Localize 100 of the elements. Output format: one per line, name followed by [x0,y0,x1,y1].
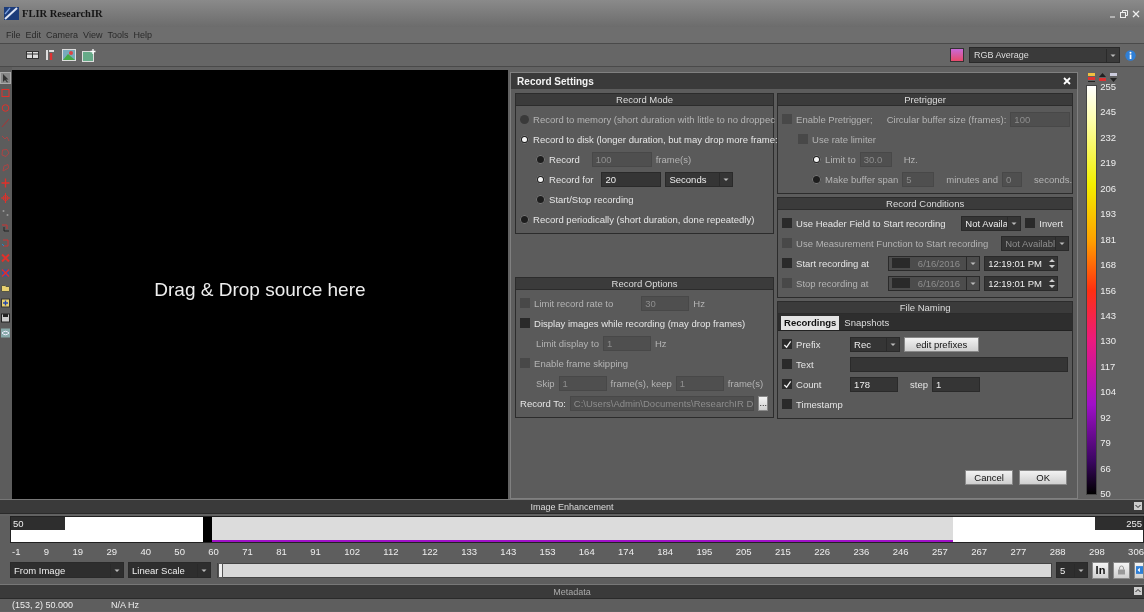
expand-icon[interactable] [1134,587,1142,595]
tick-label: 112 [383,546,399,557]
dropdown[interactable]: Not Availa [961,215,1022,231]
arrow-icon [1135,565,1143,575]
checkbox-label: Use Header Field to Start recording [796,217,946,229]
tick-label: 215 [775,546,791,557]
dots-icon[interactable] [1,208,11,218]
down-arrow-icon[interactable] [1110,72,1118,82]
dropdown[interactable]: 5 [1056,562,1088,578]
color-top-icon[interactable] [1088,72,1096,82]
tick-label: 246 [892,546,909,557]
in-button[interactable]: In [1092,561,1109,579]
restore-icon[interactable] [1120,9,1128,18]
tick-label: 164 [578,546,595,557]
frame-rate: N/A Hz [111,600,140,610]
radio-button[interactable] [812,174,822,184]
tick-label: 298 [1088,546,1105,557]
tick-label: -1 [12,546,21,557]
checkbox-label: Prefix [796,338,821,350]
slider-thumb[interactable] [218,562,223,578]
tab[interactable]: Snapshots [841,316,893,330]
checkbox[interactable] [782,339,793,349]
add-icon[interactable] [1,298,11,308]
radio-button[interactable] [536,154,546,164]
input-field[interactable] [850,356,1069,372]
add-image-icon[interactable] [82,48,96,62]
checkbox[interactable] [782,218,793,228]
checkbox-label: Enable frame skipping [534,357,629,369]
max-value[interactable]: 255 [1095,517,1143,530]
scale-label: 50 [1100,488,1112,499]
eye-icon[interactable] [1,328,11,338]
tick-label: 205 [735,546,752,557]
folder-icon[interactable] [1,283,11,293]
checkbox-label: Timestamp [796,398,843,410]
checkbox[interactable] [782,258,793,268]
layout-icon[interactable] [26,51,39,59]
scale-label: 168 [1100,259,1116,271]
cursor-icon[interactable] [1,73,11,83]
min-value[interactable]: 50 [11,517,65,530]
checkbox-label: Use rate limiter [812,133,876,145]
save-icon[interactable] [1,313,11,323]
dropdown[interactable]: Seconds [665,171,734,187]
radio-button[interactable] [812,154,822,164]
group-header: Pretrigger [778,94,1073,106]
lock-button[interactable] [1113,561,1130,579]
panel-title: Metadata [553,586,591,597]
radio-button[interactable] [536,174,546,184]
checkbox[interactable] [1025,218,1036,228]
scale-label: 181 [1100,233,1116,245]
edit-prefixes-button[interactable]: edit prefixes [904,336,980,352]
histogram[interactable]: 50 255 [10,516,1144,543]
scale-label: 117 [1100,360,1116,372]
radio-button[interactable] [520,134,530,144]
checkbox[interactable] [782,399,793,409]
image-icon[interactable] [62,49,76,61]
radio-button[interactable] [520,214,530,224]
input-field[interactable]: 1 [932,376,981,392]
input-field[interactable]: 178 [850,376,899,392]
spinner-icon[interactable] [1047,276,1058,290]
radio-button[interactable] [536,194,546,204]
checkbox-label: Stop recording at [796,277,869,289]
checkbox[interactable] [782,359,793,369]
label-text: Skip [536,377,555,389]
checkbox[interactable] [892,258,910,268]
checkbox[interactable] [782,379,793,389]
unit-label: frame(s) [727,377,764,389]
dropdown[interactable]: Linear Scale [128,562,211,578]
tick-label: 71 [242,546,253,557]
unit-label: Hz [654,337,667,349]
slider[interactable] [217,562,1052,578]
dropdown[interactable]: From Image [10,562,124,578]
up-arrow-icon[interactable] [1099,72,1107,82]
group-header: Record Options [516,278,774,290]
input-field[interactable]: 20 [601,171,662,187]
palette-swatch[interactable] [950,48,964,62]
reset-button[interactable] [1134,561,1144,579]
dialog-button[interactable]: Cancel [965,469,1014,485]
time-field[interactable]: 12:19:01 PM [984,255,1059,271]
tools-icon[interactable] [45,49,56,61]
radio-label: Make buffer span [825,173,899,185]
checkbox[interactable] [520,318,531,328]
tab[interactable]: Recordings [781,316,840,330]
tick-label: 236 [853,546,870,557]
spinner-icon[interactable] [1047,256,1058,270]
dropdown[interactable]: Rec [850,336,901,352]
radio-label: Record to disk (longer duration, but may drop more frame: [533,133,778,145]
tick-label: 267 [971,546,988,557]
swap-icon[interactable] [1,223,11,233]
palette-dropdown[interactable]: RGB Average [969,47,1120,63]
label-text: Record To: [520,397,566,409]
collapse-icon[interactable] [1134,502,1142,510]
scale-label: 232 [1100,131,1116,143]
info-icon[interactable] [1125,49,1136,61]
scale-label: 130 [1100,335,1116,347]
tick-label: 50 [174,546,185,557]
browse-button[interactable]: ... [758,395,768,411]
radio-label: Record to memory (short duration with little to no droppec [533,113,775,125]
panel-title: Image Enhancement [530,501,614,512]
radio-label: Limit to [825,153,856,165]
dialog-button[interactable]: OK [1019,469,1068,485]
